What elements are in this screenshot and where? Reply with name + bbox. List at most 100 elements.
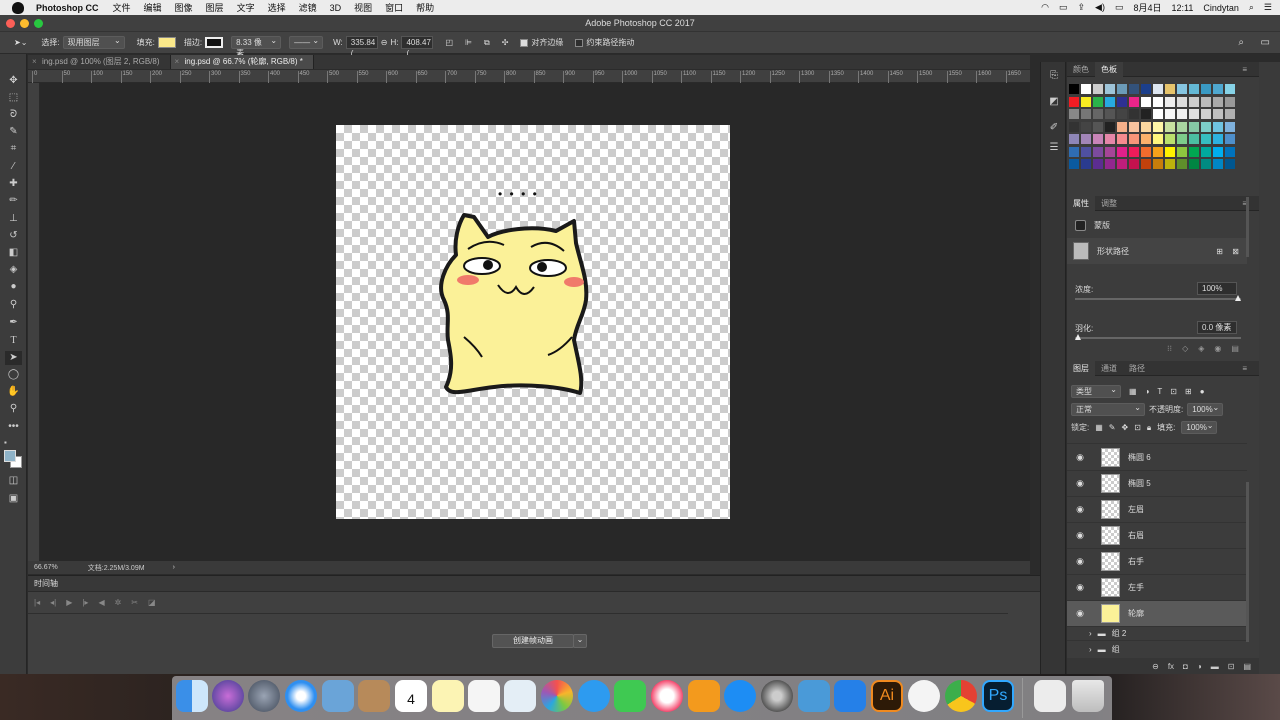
more-tools-icon[interactable]: ••• [5,420,22,434]
xcode-icon[interactable] [798,680,830,712]
tab-channels[interactable]: 通道 [1095,361,1123,376]
color-swatch[interactable] [1201,134,1211,144]
color-swatch[interactable] [1093,146,1103,157]
color-swatch[interactable] [1165,84,1175,94]
blend-mode-dropdown[interactable]: 正常 [1071,402,1145,416]
close-tab-icon[interactable]: × [32,55,37,69]
color-swatch[interactable] [1105,96,1115,107]
zoom-level[interactable]: 66.67% [34,564,58,571]
pen-tool-icon[interactable]: ✒ [5,316,22,330]
menu-image[interactable]: 图像 [175,1,193,14]
panel-menu-icon[interactable]: ≡ [1236,196,1253,211]
screen-mode-icon[interactable]: ▣ [5,492,22,506]
gear-icon[interactable]: ✣ [502,38,509,47]
transition-icon[interactable]: ◪ [148,598,156,607]
illustrator-icon[interactable]: Ai [871,680,903,712]
fx-icon[interactable]: fx [1168,662,1174,671]
color-swatch[interactable] [1081,84,1091,94]
apple-menu-icon[interactable] [12,1,24,14]
color-swatch[interactable] [1177,96,1187,107]
finder-icon[interactable] [176,680,208,712]
color-swatch[interactable] [1105,134,1115,144]
search-icon[interactable]: ⌕ [1249,2,1254,13]
opacity-field[interactable]: 100% [1187,402,1224,416]
ellipse-tool-icon[interactable]: ◯ [5,368,22,382]
expand-arrow-icon[interactable]: › [1089,629,1092,638]
color-swatch[interactable] [1165,134,1175,144]
lock-position-icon[interactable]: ✥ [1122,423,1129,432]
brush-tool-icon[interactable]: ✏ [5,194,22,208]
color-swatch[interactable] [1069,134,1079,144]
paint-bucket-tool-icon[interactable]: ◈ [5,263,22,277]
color-swatch[interactable] [1153,121,1163,132]
contacts-icon[interactable] [358,680,390,712]
menu-layer[interactable]: 图层 [206,1,224,14]
prev-frame-icon[interactable]: ◂| [50,598,56,607]
color-swatch[interactable] [1117,159,1127,169]
history-icon[interactable]: ⎘ [1047,70,1061,84]
color-swatch[interactable] [1081,134,1091,144]
photos-icon[interactable] [541,680,573,712]
color-swatch[interactable] [1165,121,1175,132]
color-swatch[interactable] [1129,146,1139,157]
dodge-tool-icon[interactable]: ⚲ [5,298,22,312]
feather-field[interactable]: 0.0 像素 [1197,321,1237,334]
menu-select[interactable]: 选择 [268,1,286,14]
play-icon[interactable]: ▶ [66,598,72,607]
facetime-icon[interactable] [614,680,646,712]
color-swatch[interactable] [1201,96,1211,107]
quick-mask-icon[interactable]: ◫ [5,474,22,488]
color-swatch[interactable] [1081,159,1091,169]
battery-icon[interactable]: ▭ [1115,2,1124,13]
character-icon[interactable]: ◩ [1047,96,1061,110]
move-tool-icon[interactable]: ✥ [5,74,22,88]
color-swatch[interactable] [1129,96,1139,107]
expand-arrow-icon[interactable]: › [1089,645,1092,654]
tab-swatches[interactable]: 色板 [1095,61,1123,77]
color-swatch[interactable] [1105,121,1115,132]
new-group-icon[interactable]: ▬ [1211,662,1219,671]
color-swatch[interactable] [1081,146,1091,157]
color-swatch[interactable] [1225,96,1235,107]
color-swatch[interactable] [1069,121,1079,132]
color-swatch[interactable] [1225,84,1235,94]
color-swatch[interactable] [1177,109,1187,119]
color-swatch[interactable] [1117,134,1127,144]
visibility-eye-icon[interactable]: ◉ [1073,452,1087,463]
color-swatch[interactable] [1093,121,1103,132]
zoom-tool-icon[interactable]: ⚲ [5,402,22,416]
split-icon[interactable]: ✂ [131,598,138,607]
color-swatch[interactable] [1069,146,1079,157]
color-swatch[interactable] [1177,159,1187,169]
color-swatch[interactable] [1141,109,1151,119]
group-row[interactable]: › ▬ 组 [1067,642,1247,656]
shape-path-row[interactable]: 形状路径 ⊞ ⊠ [1067,238,1247,264]
stroke-width-field[interactable]: 8.33 像素 [231,35,282,58]
color-swatch[interactable] [1225,146,1235,157]
visibility-eye-icon[interactable]: ◉ [1073,582,1087,593]
density-field[interactable]: 100% [1197,282,1237,295]
marquee-tool-icon[interactable]: ⬚ [5,91,22,105]
downloads-stack-icon[interactable] [1034,680,1066,712]
audio-icon[interactable]: ◀ [98,598,104,607]
color-swatch[interactable] [1117,109,1127,119]
color-swatch[interactable] [1177,84,1187,94]
color-swatch[interactable] [1093,84,1103,94]
clone-stamp-tool-icon[interactable]: ⊥ [5,212,22,226]
airplay-icon[interactable]: ⇪ [1077,2,1085,13]
eraser-tool-icon[interactable]: ◧ [5,246,22,260]
color-swatch[interactable] [1177,134,1187,144]
menu-edit[interactable]: 编辑 [144,1,162,14]
color-swatch[interactable] [1213,109,1223,119]
filter-adjust-icon[interactable]: ◑ [1145,387,1150,396]
align-edges-checkbox[interactable] [520,38,529,47]
color-swatch[interactable] [1177,146,1187,157]
create-frame-animation-button[interactable]: 创建帧动画 [492,634,574,648]
menu-filter[interactable]: 滤镜 [299,1,317,14]
search-icon[interactable]: ⌕ [1238,37,1244,48]
lasso-tool-icon[interactable]: ᘐ [5,108,22,122]
next-frame-icon[interactable]: |▸ [82,598,88,607]
delete-icon[interactable]: ▤ [1231,344,1239,353]
vertical-ruler[interactable] [28,83,40,561]
color-swatch[interactable] [1069,159,1079,169]
